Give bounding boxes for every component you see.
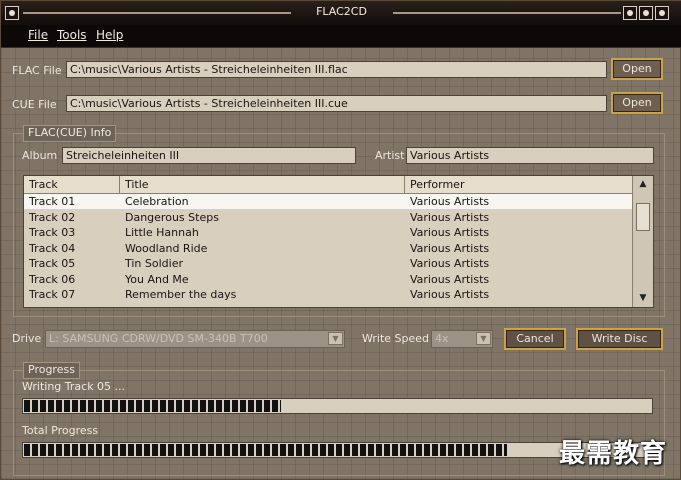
track-list[interactable]: Track Title Performer Track 01 Celebratio… (23, 175, 654, 308)
main-window: FLAC2CD File Tools Help FLAC File C:\mus… (0, 0, 681, 480)
scroll-thumb[interactable] (636, 203, 650, 231)
drive-label: Drive (12, 332, 42, 345)
performer-cell: Various Artists (410, 272, 490, 286)
title-cell: Celebration (125, 195, 189, 208)
table-row[interactable]: Track 05 Tin Soldier Various Artists (24, 256, 633, 271)
cue-file-path-field[interactable]: C:\music\Various Artists - Streicheleinh… (66, 95, 607, 112)
track-cell: Track 06 (29, 272, 76, 286)
close-icon[interactable] (655, 6, 669, 20)
write-speed-select[interactable]: 4x ▼ (431, 330, 493, 348)
cue-file-label: CUE File (12, 98, 57, 111)
progress-status: Writing Track 05 ... (22, 380, 126, 393)
performer-cell: Various Artists (410, 257, 490, 270)
track-progress-fill (24, 400, 281, 412)
track-cell: Track 04 (29, 241, 76, 255)
album-field[interactable]: Streicheleinheiten III (62, 147, 356, 164)
title-cell: You And Me (125, 272, 189, 286)
menu-help[interactable]: Help (96, 28, 123, 42)
performer-cell: Various Artists (410, 226, 490, 239)
flac-file-path-field[interactable]: C:\music\Various Artists - Streicheleinh… (66, 61, 607, 78)
write-speed-label: Write Speed (362, 332, 430, 345)
title-cell: Little Hannah (125, 226, 199, 239)
open-cue-button[interactable]: Open (611, 92, 663, 114)
write-disc-button[interactable]: Write Disc (576, 328, 663, 350)
track-cell: Track 05 (29, 257, 76, 270)
progress-title: Progress (23, 362, 80, 379)
drive-select[interactable]: L: SAMSUNG CDRW/DVD SM-340B T700 ▼ (45, 330, 345, 348)
table-row[interactable]: Track 02 Dangerous Steps Various Artists (24, 210, 633, 225)
table-row[interactable]: Track 03 Little Hannah Various Artists (24, 225, 633, 240)
table-row[interactable]: Track 04 Woodland Ride Various Artists (24, 241, 633, 256)
maximize-icon[interactable] (639, 6, 653, 20)
performer-cell: Various Artists (410, 241, 490, 255)
scroll-down-icon[interactable]: ▼ (633, 290, 653, 307)
cancel-button[interactable]: Cancel (504, 328, 566, 350)
open-flac-button[interactable]: Open (611, 58, 663, 80)
track-progress-bar (22, 398, 653, 414)
performer-cell: Various Artists (410, 210, 490, 224)
drive-select-value: L: SAMSUNG CDRW/DVD SM-340B T700 (49, 332, 268, 345)
track-list-header: Track Title Performer (24, 176, 633, 194)
title-bar: FLAC2CD (1, 1, 681, 26)
album-label: Album (22, 149, 58, 162)
menu-file[interactable]: File (28, 28, 48, 42)
flac-file-label: FLAC File (12, 64, 62, 77)
artist-label: Artist (375, 149, 405, 162)
menu-tools[interactable]: Tools (57, 28, 87, 42)
title-cell: Tin Soldier (125, 257, 184, 270)
performer-cell: Various Artists (410, 195, 490, 208)
flac-info-title: FLAC(CUE) Info (23, 125, 117, 142)
table-row[interactable]: Track 01 Celebration Various Artists (24, 194, 633, 209)
title-cell: Dangerous Steps (125, 210, 219, 224)
track-list-scrollbar[interactable]: ▲ ▼ (632, 176, 653, 307)
track-cell: Track 03 (29, 226, 76, 239)
window-title: FLAC2CD (316, 5, 367, 18)
table-row[interactable]: Track 06 You And Me Various Artists (24, 272, 633, 287)
column-header-title[interactable]: Title (120, 176, 405, 193)
write-speed-value: 4x (435, 332, 449, 345)
minimize-icon[interactable] (623, 6, 637, 20)
total-progress-label: Total Progress (22, 424, 99, 437)
watermark-text: 最需教育 (559, 439, 668, 469)
scroll-up-icon[interactable]: ▲ (633, 176, 653, 193)
chevron-down-icon[interactable]: ▼ (476, 332, 491, 345)
artist-field[interactable]: Various Artists (406, 147, 654, 164)
title-cell: Woodland Ride (125, 241, 208, 255)
chevron-down-icon[interactable]: ▼ (328, 332, 343, 345)
column-header-track[interactable]: Track (24, 176, 120, 193)
column-header-performer[interactable]: Performer (405, 176, 633, 193)
track-cell: Track 02 (29, 210, 76, 224)
menu-bar: File Tools Help (1, 25, 681, 48)
total-progress-fill (24, 444, 507, 456)
table-row-partial (24, 298, 633, 307)
track-cell: Track 01 (29, 195, 76, 208)
